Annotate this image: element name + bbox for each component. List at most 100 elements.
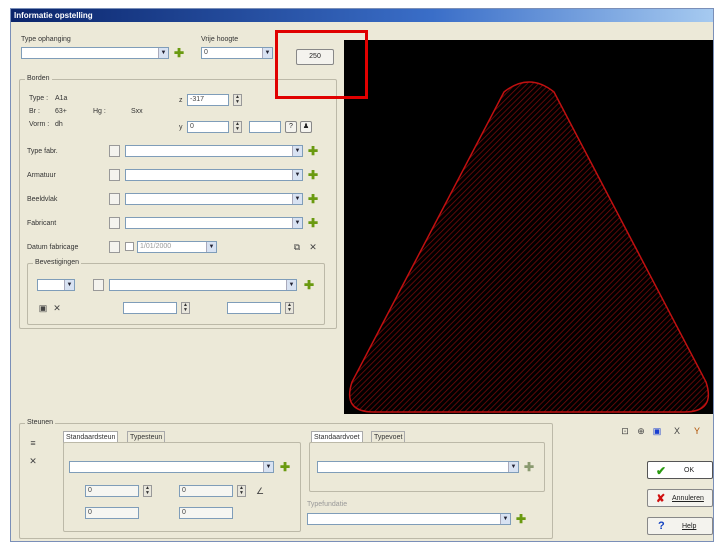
bevestiging-y-input[interactable] <box>227 302 281 314</box>
y-input[interactable]: 0 <box>187 121 229 133</box>
add-icon[interactable]: ✚ <box>307 169 319 181</box>
fabricant-select[interactable]: ▼ <box>125 217 303 229</box>
y-label: y <box>179 124 183 131</box>
datum-fabricage-label: Datum fabricage <box>27 244 79 251</box>
chevron-down-icon[interactable]: ▼ <box>508 462 518 472</box>
edit-icon[interactable]: ▣ <box>37 302 49 314</box>
type-ophanging-select[interactable]: ▼ <box>21 47 169 59</box>
spinner[interactable]: ▲ ▼ <box>285 302 294 314</box>
x-input[interactable]: -317 <box>187 94 229 106</box>
add-icon[interactable]: ✚ <box>279 461 291 473</box>
type-key: Type : <box>29 95 49 102</box>
chevron-down-icon[interactable]: ▼ <box>262 48 272 58</box>
select-icon[interactable]: ▣ <box>651 425 663 437</box>
sign-triangle-shape <box>348 81 710 413</box>
voet-select[interactable]: ▼ <box>317 461 519 473</box>
spinner[interactable]: ▲ ▼ <box>143 485 152 497</box>
add-icon[interactable]: ✚ <box>303 279 315 291</box>
row-button[interactable] <box>93 279 104 291</box>
x-spinner[interactable]: ▲ ▼ <box>233 94 242 106</box>
add-icon[interactable]: ✚ <box>515 513 527 525</box>
chevron-down-icon[interactable]: ▼ <box>206 242 216 252</box>
add-icon[interactable]: ✚ <box>307 145 319 157</box>
person-icon[interactable]: ♟ <box>300 121 312 133</box>
armatuur-label: Armatuur <box>27 172 56 179</box>
x-label: z <box>179 97 183 104</box>
hg-key: Hg : <box>93 108 106 115</box>
date-picker[interactable]: 1/01/2000 ▼ <box>137 241 217 253</box>
delete-icon[interactable]: ✕ <box>51 302 63 314</box>
row-button[interactable] <box>109 169 120 181</box>
bevestigingen-group <box>27 263 325 325</box>
steunen-title: Steunen <box>25 419 56 426</box>
spinner[interactable]: ▲ ▼ <box>237 485 246 497</box>
chevron-down-icon[interactable]: ▼ <box>292 194 302 204</box>
chevron-down-icon[interactable]: ▼ <box>500 514 510 524</box>
cancel-icon: ✘ <box>656 493 666 505</box>
delete-icon[interactable]: ✕ <box>307 241 319 253</box>
spinner[interactable]: ▲ ▼ <box>181 302 190 314</box>
vrije-hoogte-label: Vrije hoogte <box>201 36 239 43</box>
check-icon: ✔ <box>656 464 667 478</box>
bevestiging-select[interactable]: ▼ <box>109 279 297 291</box>
bevestiging-count-select[interactable]: ▼ <box>37 279 75 291</box>
help-button[interactable]: ? Help <box>647 517 713 535</box>
chevron-down-icon[interactable]: ▼ <box>263 462 273 472</box>
steun-select[interactable]: ▼ <box>69 461 274 473</box>
help-small-button[interactable]: ? <box>285 121 297 133</box>
borden-title: Borden <box>25 75 52 82</box>
type-value: A1a <box>55 95 68 102</box>
add-icon[interactable]: ✚ <box>307 217 319 229</box>
add-icon[interactable]: ✚ <box>523 461 535 473</box>
steun-w-input[interactable]: 0 <box>179 507 233 519</box>
bevestiging-x-input[interactable] <box>123 302 177 314</box>
dialog-window: Informatie opstelling Type ophanging ▼ ✚… <box>10 8 714 542</box>
steun-y-input[interactable]: 0 <box>179 485 233 497</box>
chevron-down-icon[interactable]: ▼ <box>64 280 74 290</box>
cancel-button[interactable]: ✘ Annuleren <box>647 489 713 507</box>
type-fabr-select[interactable]: ▼ <box>125 145 303 157</box>
list-icon[interactable]: ≡ <box>27 437 39 449</box>
row-button[interactable] <box>109 217 120 229</box>
armatuur-select[interactable]: ▼ <box>125 169 303 181</box>
ok-label: OK <box>684 467 695 474</box>
steun-z-input[interactable]: 0 <box>85 507 139 519</box>
date-checkbox[interactable] <box>125 242 134 251</box>
mirror-y-icon[interactable]: Y <box>691 425 703 437</box>
br-value: 63+ <box>55 108 67 115</box>
fit-icon[interactable]: ⊡ <box>619 425 631 437</box>
type-fabr-label: Type fabr. <box>27 148 58 155</box>
row-button[interactable] <box>109 193 120 205</box>
ok-button[interactable]: ✔ OK <box>647 461 713 479</box>
row-button[interactable] <box>109 145 120 157</box>
mirror-x-icon[interactable]: X <box>671 425 683 437</box>
sign-preview-canvas[interactable] <box>344 40 713 414</box>
vrije-hoogte-select[interactable]: 0 ▼ <box>201 47 273 59</box>
y-spinner[interactable]: ▲ ▼ <box>233 121 242 133</box>
add-icon[interactable]: ✚ <box>173 47 185 59</box>
bevestigingen-title: Bevestigingen <box>33 259 81 266</box>
cancel-label: Annuleren <box>672 495 704 502</box>
row-button[interactable] <box>109 241 120 253</box>
steun-x-input[interactable]: 0 <box>85 485 139 497</box>
angle-icon[interactable]: ∠ <box>253 485 267 497</box>
beeldvlak-select[interactable]: ▼ <box>125 193 303 205</box>
rotation-input[interactable] <box>249 121 281 133</box>
chevron-down-icon[interactable]: ▼ <box>292 146 302 156</box>
vorm-key: Vorm : <box>29 121 50 128</box>
fundatie-select[interactable]: ▼ <box>307 513 511 525</box>
type-ophanging-label: Type ophanging <box>21 36 71 43</box>
chevron-down-icon[interactable]: ▼ <box>292 170 302 180</box>
add-icon[interactable]: ✚ <box>307 193 319 205</box>
chevron-down-icon[interactable]: ▼ <box>292 218 302 228</box>
window-title: Informatie opstelling <box>11 9 713 22</box>
fabricant-label: Fabricant <box>27 220 57 227</box>
zoom-icon[interactable]: ⊕ <box>635 425 647 437</box>
chevron-down-icon[interactable]: ▼ <box>286 280 296 290</box>
vorm-value: dh <box>55 121 63 128</box>
chevron-down-icon[interactable]: ▼ <box>158 48 168 58</box>
copy-icon[interactable]: ⧉ <box>291 241 303 253</box>
highlight-box <box>275 30 368 99</box>
delete-icon[interactable]: ✕ <box>27 455 39 467</box>
help-icon: ? <box>658 520 665 532</box>
